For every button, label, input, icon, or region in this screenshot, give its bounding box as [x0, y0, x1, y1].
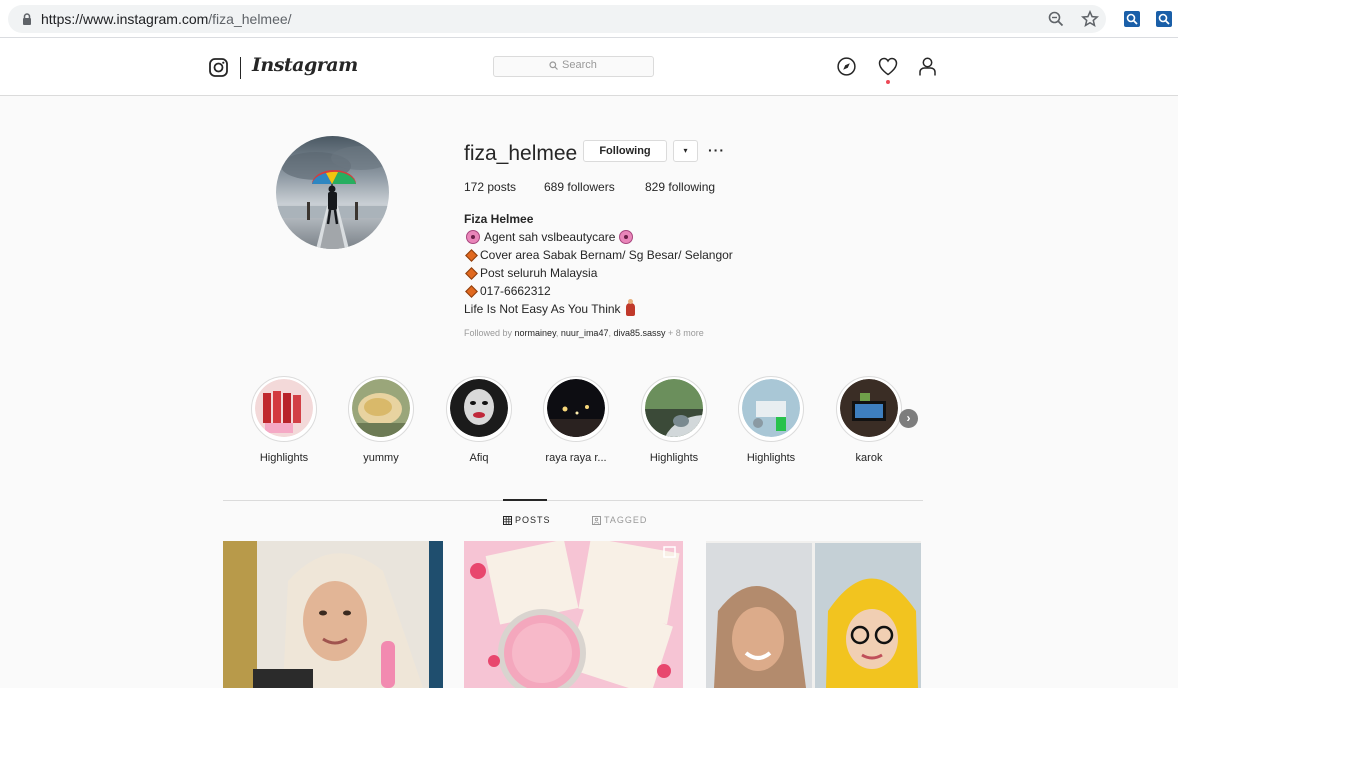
grid-icon [503, 515, 512, 525]
bio-line: Post seluruh Malaysia [464, 264, 733, 282]
notification-dot [886, 80, 890, 84]
orange-diamond-icon [465, 284, 478, 298]
post-thumbnail[interactable] [223, 541, 443, 688]
followers-label: followers [567, 180, 615, 194]
followed-by[interactable]: Followed by normainey, nuur_ima47, diva8… [464, 328, 704, 338]
activity-heart-icon[interactable] [878, 57, 898, 76]
following-count: 829 [645, 180, 666, 194]
posts-stat: 172 posts [464, 180, 516, 194]
search-placeholder: Search [562, 59, 597, 71]
highlight-label: Afiq [469, 452, 489, 464]
browser-toolbar: https://www.instagram.com/fiza_helmee/ [0, 0, 1178, 38]
posts-label: posts [487, 180, 517, 194]
tabs-divider [223, 500, 923, 501]
story-highlight[interactable]: yummy [343, 376, 419, 464]
highlight-cover [251, 376, 317, 442]
following-button[interactable]: Following [583, 140, 667, 162]
instagram-navbar: Instagram Search [0, 38, 1178, 96]
followed-by-prefix: Followed by [464, 328, 513, 338]
highlight-cover [641, 376, 707, 442]
highlight-cover [348, 376, 414, 442]
highlight-cover [543, 376, 609, 442]
bio-line: Cover area Sabak Bernam/ Sg Besar/ Selan… [464, 246, 733, 264]
more-options-icon[interactable]: ··· [708, 142, 725, 158]
profile-person-icon[interactable] [918, 57, 937, 76]
url-host: https://www.instagram.com [41, 11, 209, 27]
followed-by-more[interactable]: + 8 more [668, 328, 704, 338]
story-highlight[interactable]: Afiq [441, 376, 517, 464]
tab-posts-label: POSTS [515, 515, 551, 525]
orange-diamond-icon [465, 248, 478, 262]
highlight-cover [446, 376, 512, 442]
highlights-next-chevron-icon[interactable]: › [899, 409, 918, 428]
bookmark-star-icon[interactable] [1081, 10, 1099, 28]
active-tab-indicator [503, 499, 547, 501]
followed-by-user[interactable]: diva85.sassy [613, 328, 665, 338]
highlight-label: Highlights [649, 452, 699, 464]
orange-diamond-icon [465, 266, 478, 280]
highlight-cover [738, 376, 804, 442]
followers-count: 689 [544, 180, 565, 194]
profile-bio: Fiza Helmee Agent sah vslbeautycare Cove… [464, 210, 733, 318]
bio-text: Life Is Not Easy As You Think [464, 302, 621, 316]
bio-line: Agent sah vslbeautycare [464, 228, 733, 246]
story-highlight[interactable]: Highlights [636, 376, 712, 464]
flower-emoji-icon [466, 230, 480, 244]
highlight-cover [836, 376, 902, 442]
search-icon [549, 61, 558, 70]
posts-count: 172 [464, 180, 485, 194]
zoom-icon[interactable] [1048, 11, 1064, 27]
bio-text: Agent sah vslbeautycare [484, 230, 616, 244]
following-label: following [668, 180, 716, 194]
tab-posts[interactable]: POSTS [503, 515, 551, 525]
explore-compass-icon[interactable] [837, 57, 856, 76]
profile-full-name: Fiza Helmee [464, 212, 534, 226]
story-highlight[interactable]: Highlights [733, 376, 809, 464]
followed-by-user[interactable]: normainey [515, 328, 556, 338]
post-thumbnail[interactable] [464, 541, 683, 688]
following-stat[interactable]: 829 following [645, 180, 715, 194]
search-input[interactable]: Search [493, 56, 654, 77]
post-thumbnail[interactable] [706, 541, 921, 688]
bio-text: 017-6662312 [480, 284, 551, 298]
highlight-label: yummy [363, 452, 399, 464]
browser-page: https://www.instagram.com/fiza_helmee/ I… [0, 0, 1178, 688]
highlight-label: Highlights [746, 452, 796, 464]
story-highlight[interactable]: raya raya r... [538, 376, 614, 464]
profile-avatar[interactable] [276, 136, 389, 249]
followers-stat[interactable]: 689 followers [544, 180, 615, 194]
tab-tagged[interactable]: TAGGED [592, 515, 647, 525]
story-highlight[interactable]: Highlights [246, 376, 322, 464]
profile-username: fiza_helmee [464, 142, 578, 165]
url-path: /fiza_helmee/ [208, 11, 292, 27]
tab-tagged-label: TAGGED [604, 515, 648, 525]
highlight-label: Highlights [259, 452, 309, 464]
bio-line: 017-6662312 [464, 282, 733, 300]
instagram-logo-icon[interactable] [209, 58, 228, 77]
tagged-person-icon [592, 515, 601, 525]
bio-line: Life Is Not Easy As You Think [464, 298, 733, 318]
bio-text: Post seluruh Malaysia [480, 266, 598, 280]
story-highlight[interactable]: karok [831, 376, 907, 464]
extension-search-icon-alt[interactable] [1156, 11, 1172, 27]
followed-by-user[interactable]: nuur_ima47 [561, 328, 609, 338]
highlight-label: raya raya r... [545, 452, 607, 464]
instagram-wordmark[interactable]: Instagram [252, 54, 358, 76]
url-text: https://www.instagram.com/fiza_helmee/ [41, 11, 292, 27]
person-emoji-icon [625, 298, 635, 316]
address-bar[interactable]: https://www.instagram.com/fiza_helmee/ [8, 5, 1106, 33]
bio-text: Cover area Sabak Bernam/ Sg Besar/ Selan… [480, 248, 733, 262]
flower-emoji-icon [619, 230, 634, 244]
suggestions-dropdown-button[interactable]: ▾ [673, 140, 698, 162]
nav-divider [240, 57, 241, 79]
highlight-label: karok [855, 452, 883, 464]
lock-icon [23, 13, 31, 25]
extension-search-icon[interactable] [1124, 11, 1140, 27]
